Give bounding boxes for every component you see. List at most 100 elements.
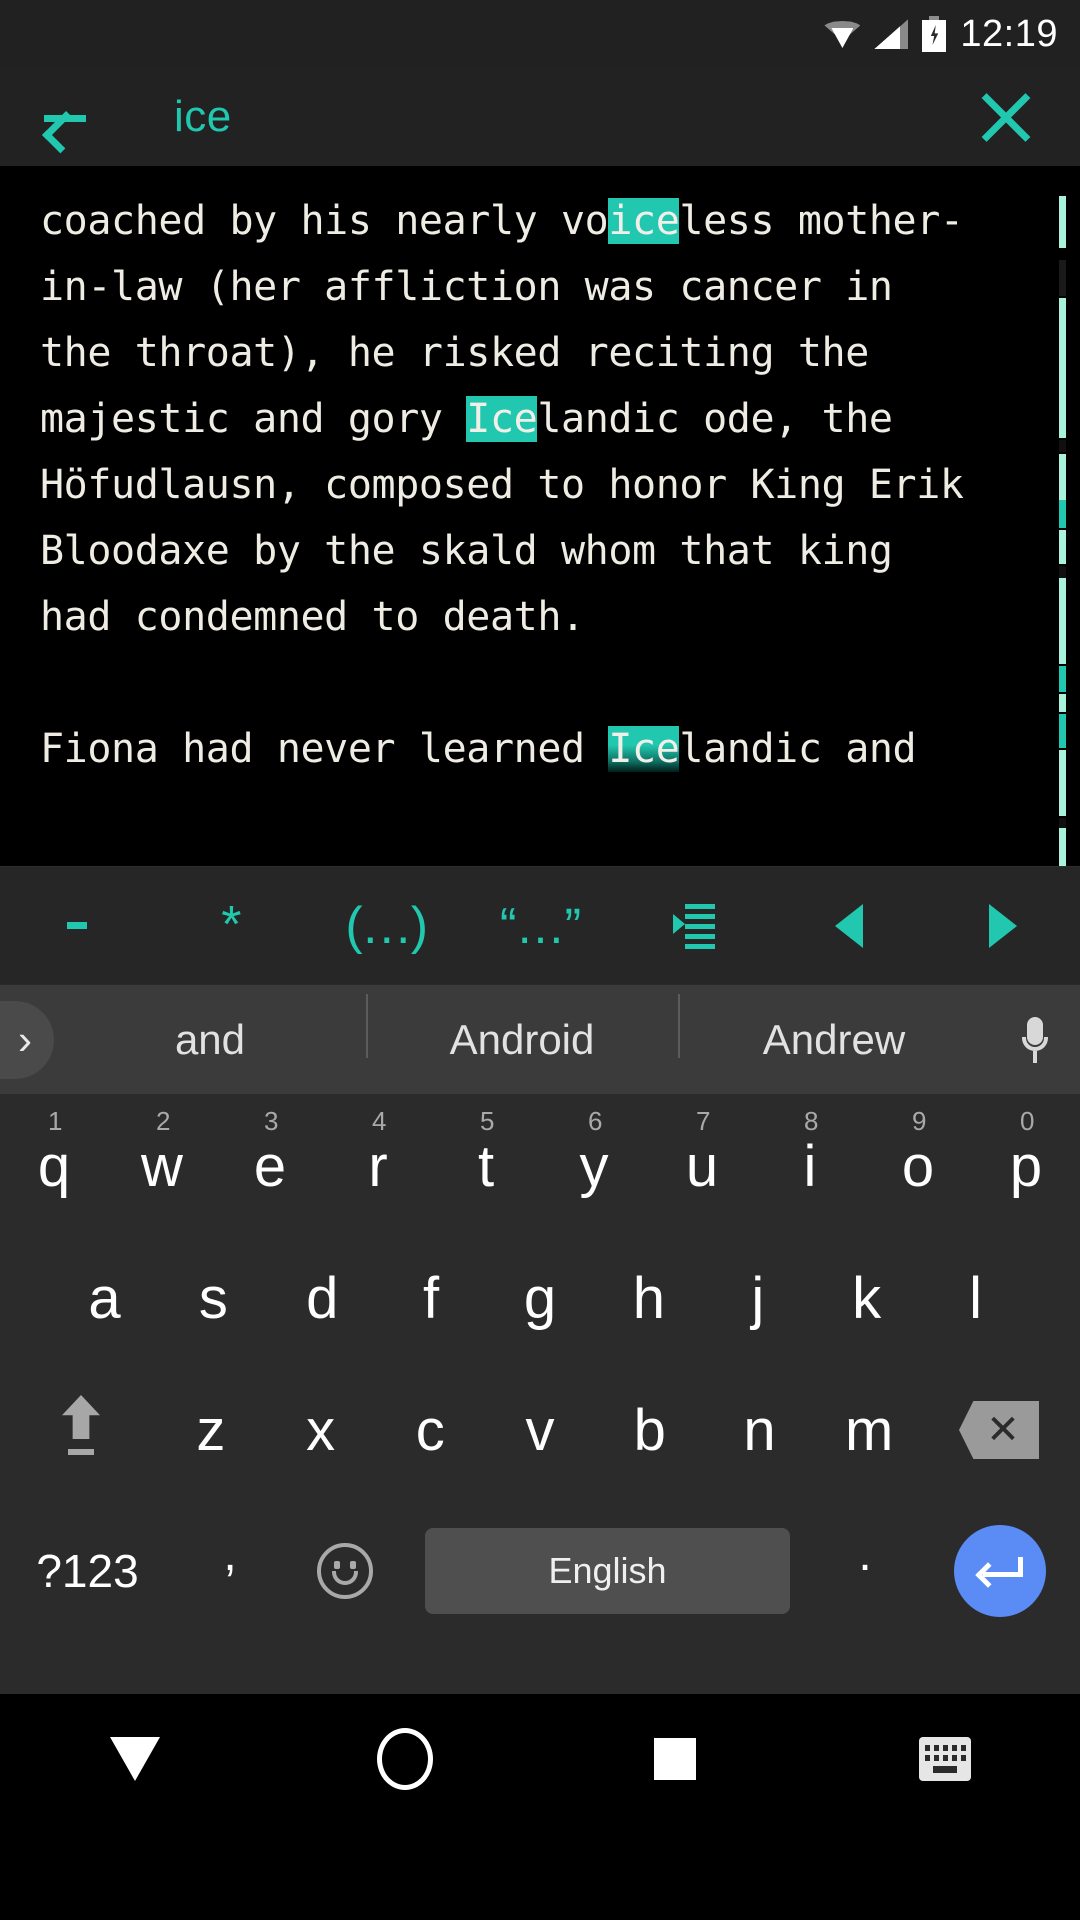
key-o[interactable]: 9o [864,1100,972,1232]
backspace-key[interactable]: ✕ [924,1401,1074,1459]
book-text: coached by his nearly voiceless mother- … [0,188,1080,782]
key-label: t [477,1133,495,1199]
asterisk-button[interactable]: * [154,867,308,984]
keyboard-row-1: 1q2w3e4r5t6y7u8i9o0p [0,1100,1080,1232]
key-label: w [141,1133,183,1199]
key-y[interactable]: 6y [540,1100,648,1232]
close-icon[interactable] [976,86,1038,148]
key-i[interactable]: 8i [756,1100,864,1232]
smiley-face-icon [317,1543,373,1599]
period-key[interactable]: . [810,1527,920,1616]
key-u[interactable]: 7u [648,1100,756,1232]
key-k[interactable]: k [812,1232,921,1364]
search-hit-mark [1059,750,1066,816]
keyboard-switch-button[interactable] [810,1737,1080,1781]
key-g[interactable]: g [486,1232,595,1364]
parentheses-button[interactable]: (…) [309,867,463,984]
search-hit-mark [1059,828,1066,866]
key-a[interactable]: a [50,1232,159,1364]
search-hit-mark [1059,566,1066,578]
back-arrow-icon[interactable] [34,87,94,154]
dismiss-keyboard-button[interactable] [0,1737,270,1781]
triangle-left-icon [834,903,863,948]
enter-arrow-icon [954,1525,1046,1617]
shift-arrow-icon [49,1395,113,1465]
emoji-key[interactable] [285,1543,405,1599]
suggestion-item[interactable]: Andrew [678,993,990,1064]
key-j[interactable]: j [703,1232,812,1364]
keyboard-icon [919,1737,971,1781]
search-hit-mark [1059,260,1066,296]
comma-key[interactable]: , [175,1527,285,1616]
key-h[interactable]: h [594,1232,703,1364]
key-d[interactable]: d [268,1232,377,1364]
text-segment: Fiona had never learned [40,726,609,772]
key-label: p [1009,1133,1043,1199]
key-number-hint: 7 [696,1106,711,1136]
search-highlight: ice [608,198,680,244]
key-l[interactable]: l [921,1232,1030,1364]
key-label: e [253,1133,287,1199]
search-hit-mark [1059,440,1066,452]
triangle-right-icon [988,903,1017,948]
expand-suggestions-button[interactable]: › [0,1000,54,1079]
suggestion-item[interactable]: Android [366,993,678,1064]
shift-key[interactable] [6,1395,156,1465]
key-s[interactable]: s [159,1232,268,1364]
key-number-hint: 4 [372,1106,387,1136]
recents-button[interactable] [540,1738,810,1780]
key-v[interactable]: v [485,1397,595,1464]
indent-button[interactable] [617,867,771,984]
quotes-button[interactable]: “…” [463,867,617,984]
chevron-down-icon [110,1737,160,1781]
search-hit-mark [1059,714,1066,748]
key-r[interactable]: 4r [324,1100,432,1232]
microphone-icon[interactable] [990,1016,1080,1063]
next-match-button[interactable] [926,867,1080,984]
search-hit-mark [1059,694,1066,712]
enter-key[interactable] [920,1525,1080,1617]
search-input[interactable]: ice [174,92,976,142]
dash-button[interactable] [0,867,154,984]
dash-icon [67,922,88,929]
key-f[interactable]: f [377,1232,486,1364]
suggestion-strip: › and Android Andrew [0,984,1080,1094]
key-n[interactable]: n [705,1397,815,1464]
key-label: i [803,1133,817,1199]
cellular-signal-icon [874,19,909,49]
key-m[interactable]: m [814,1397,924,1464]
key-x[interactable]: x [266,1397,376,1464]
key-b[interactable]: b [595,1397,705,1464]
indent-icon [673,903,716,949]
asterisk-icon: * [221,895,242,954]
space-key[interactable]: English [425,1528,790,1614]
search-hits-scrollbar[interactable] [1059,178,1066,866]
key-label: u [685,1133,719,1199]
square-recents-icon [654,1738,696,1780]
wifi-icon [824,19,861,49]
key-number-hint: 5 [480,1106,495,1136]
home-button[interactable] [270,1728,540,1790]
key-q[interactable]: 1q [0,1100,108,1232]
reader-view[interactable]: coached by his nearly voiceless mother- … [0,166,1080,866]
symbols-key[interactable]: ?123 [0,1544,175,1598]
keyboard-row-2: asdfghjkl [0,1232,1080,1364]
key-w[interactable]: 2w [108,1100,216,1232]
key-p[interactable]: 0p [972,1100,1080,1232]
text-segment: coached by his nearly vo [40,198,609,244]
key-t[interactable]: 5t [432,1100,540,1232]
keyboard-row-3-letters: zxcvbnm [156,1397,924,1464]
key-e[interactable]: 3e [216,1100,324,1232]
status-bar-clock: 12:19 [960,12,1058,55]
key-number-hint: 8 [804,1106,819,1136]
text-segment: landic and [679,726,917,772]
search-hit-mark [1059,298,1066,438]
key-z[interactable]: z [156,1397,266,1464]
previous-match-button[interactable] [771,867,925,984]
format-toolbar: * (…) “…” [0,866,1080,984]
key-label: r [368,1133,388,1199]
key-c[interactable]: c [375,1397,485,1464]
suggestion-item[interactable]: and [54,1016,366,1064]
search-highlight: Ice [608,726,680,772]
